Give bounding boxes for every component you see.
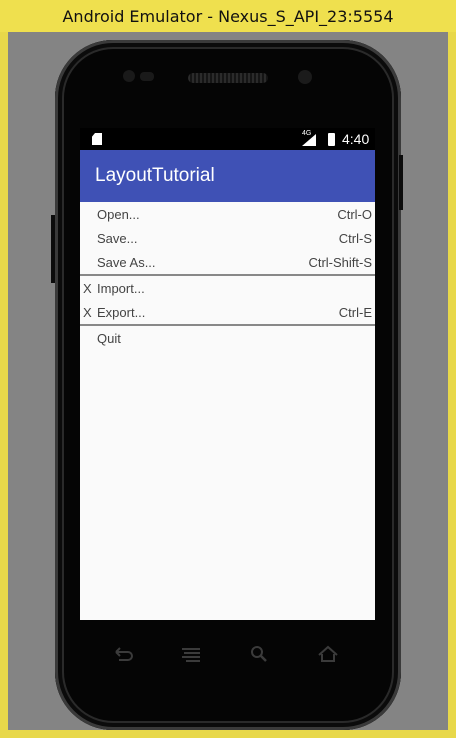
- earpiece-speaker: [188, 73, 268, 83]
- menu-item[interactable]: Save As... Ctrl-Shift-S: [80, 250, 375, 274]
- status-bar: 4G 4:40: [80, 128, 375, 150]
- sensor-icon: [123, 70, 135, 82]
- menu-item[interactable]: Save... Ctrl-S: [80, 226, 375, 250]
- menu-item-mark: X: [83, 304, 92, 320]
- window-title: Android Emulator - Nexus_S_API_23:5554: [62, 6, 394, 26]
- menu-item-label: Save As...: [97, 254, 156, 270]
- menu-item-label: Quit: [97, 330, 121, 346]
- menu-item-mark: X: [83, 280, 92, 296]
- battery-icon: [328, 133, 335, 146]
- menu-item-label: Import...: [97, 280, 145, 296]
- menu-item[interactable]: Quit: [80, 326, 375, 350]
- app-bar: LayoutTutorial: [80, 150, 375, 202]
- home-icon[interactable]: [317, 644, 339, 664]
- network-type-label: 4G: [302, 130, 312, 137]
- navigation-bar: [80, 640, 375, 670]
- options-menu-list: Open... Ctrl-O Save... Ctrl-S Save As... Ctrl…: [80, 202, 375, 350]
- recents-icon[interactable]: [180, 644, 202, 664]
- volume-button[interactable]: [399, 155, 403, 210]
- back-icon[interactable]: [112, 644, 134, 664]
- menu-item[interactable]: X Import...: [80, 276, 375, 300]
- menu-item-label: Save...: [97, 230, 138, 246]
- menu-item[interactable]: Open... Ctrl-O: [80, 202, 375, 226]
- sd-card-icon: [92, 133, 102, 145]
- menu-item-shortcut: Ctrl-Shift-S: [308, 254, 372, 270]
- power-button[interactable]: [51, 215, 55, 283]
- menu-item-shortcut: Ctrl-O: [337, 206, 372, 222]
- menu-item-label: Open...: [97, 206, 140, 222]
- menu-item-label: Export...: [97, 304, 146, 320]
- menu-item[interactable]: X Export... Ctrl-E: [80, 300, 375, 324]
- window-titlebar: Android Emulator - Nexus_S_API_23:5554: [0, 0, 456, 32]
- proximity-sensor-icon: [140, 72, 154, 81]
- status-clock: 4:40: [342, 131, 370, 147]
- app-title: LayoutTutorial: [95, 165, 215, 186]
- front-camera-icon: [298, 70, 312, 84]
- device-screen: 4G 4:40 LayoutTutorial Open... Ctrl-O Save…: [80, 128, 375, 620]
- menu-item-shortcut: Ctrl-E: [338, 304, 372, 320]
- search-icon[interactable]: [248, 644, 270, 664]
- menu-item-shortcut: Ctrl-S: [338, 230, 372, 246]
